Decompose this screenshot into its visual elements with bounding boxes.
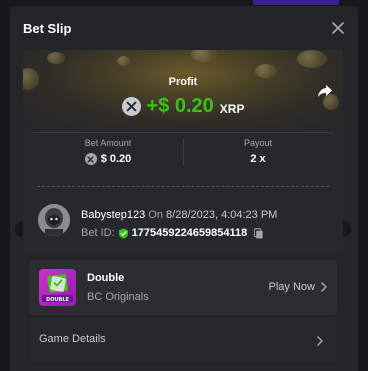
close-button[interactable] bbox=[328, 18, 348, 38]
game-details-row[interactable]: Game Details bbox=[29, 318, 337, 362]
xrp-icon bbox=[121, 97, 141, 116]
verified-shield-icon bbox=[118, 227, 128, 239]
game-thumb-text: DOUBLE bbox=[46, 297, 69, 303]
decor-coin bbox=[191, 50, 217, 62]
modal-header: Bet Slip bbox=[10, 6, 358, 50]
copy-icon[interactable] bbox=[253, 227, 264, 239]
bet-amount: Bet Amount $ 0.20 bbox=[33, 138, 183, 165]
bet-id-value: 1775459224659854118 bbox=[131, 227, 248, 239]
bet-timestamp: 8/28/2023, 4:04:23 PM bbox=[166, 209, 278, 221]
game-row[interactable]: DOUBLE Double BC Originals Play Now bbox=[29, 260, 337, 315]
game-thumbnail: DOUBLE bbox=[39, 269, 76, 306]
on-text: On bbox=[148, 209, 163, 221]
modal-title: Bet Slip bbox=[23, 21, 72, 36]
payout-value: 2 x bbox=[250, 153, 266, 165]
bet-amount-value: $ 0.20 bbox=[100, 153, 132, 165]
bet-user-line: Babystep123 On 8/28/2023, 4:04:23 PM bbox=[81, 209, 277, 221]
share-arrow-icon bbox=[318, 85, 332, 97]
payout-label: Payout bbox=[243, 138, 273, 148]
bet-info: Babystep123 On 8/28/2023, 4:04:23 PM Bet… bbox=[23, 200, 343, 254]
bet-amount-value-row: $ 0.20 bbox=[33, 153, 183, 165]
avatar-image bbox=[38, 204, 70, 236]
play-now-button[interactable]: Play Now bbox=[269, 281, 327, 293]
bet-card: Profit +$ 0.20 XRP Bet Amount $ 0.20 Pay… bbox=[15, 50, 351, 370]
game-details-label: Game Details bbox=[39, 333, 106, 345]
bet-slip-modal: Bet Slip Profit +$ 0.20 XRP Bet Amount $… bbox=[10, 6, 358, 371]
bet-amount-label: Bet Amount bbox=[84, 138, 132, 148]
top-purple-strip bbox=[253, 0, 339, 5]
close-icon bbox=[332, 22, 344, 34]
profit-hero: Profit +$ 0.20 XRP bbox=[23, 50, 343, 130]
play-now-label: Play Now bbox=[268, 281, 315, 293]
divider bbox=[33, 132, 333, 133]
decor-coin bbox=[47, 52, 65, 64]
profit-label: Profit bbox=[168, 76, 198, 88]
chevron-right-icon bbox=[317, 333, 327, 346]
profit-value: +$ 0.20 bbox=[146, 95, 214, 117]
avatar[interactable] bbox=[38, 204, 70, 236]
bet-id-line: Bet ID: 1775459224659854118 bbox=[81, 227, 264, 239]
decor-coin bbox=[297, 50, 327, 68]
chevron-right-icon bbox=[321, 282, 327, 292]
profit-currency: XRP bbox=[219, 101, 245, 116]
double-game-logo: DOUBLE bbox=[42, 273, 73, 303]
dashed-separator bbox=[37, 186, 329, 187]
share-button[interactable] bbox=[317, 83, 333, 99]
decor-coin bbox=[117, 56, 131, 66]
bet-id-label: Bet ID: bbox=[81, 227, 115, 239]
payout: Payout 2 x bbox=[183, 138, 333, 165]
game-provider: BC Originals bbox=[87, 291, 149, 303]
username[interactable]: Babystep123 bbox=[81, 209, 145, 221]
profit-row: +$ 0.20 XRP bbox=[23, 95, 343, 118]
game-name: Double bbox=[87, 272, 125, 284]
xrp-icon bbox=[84, 153, 97, 165]
